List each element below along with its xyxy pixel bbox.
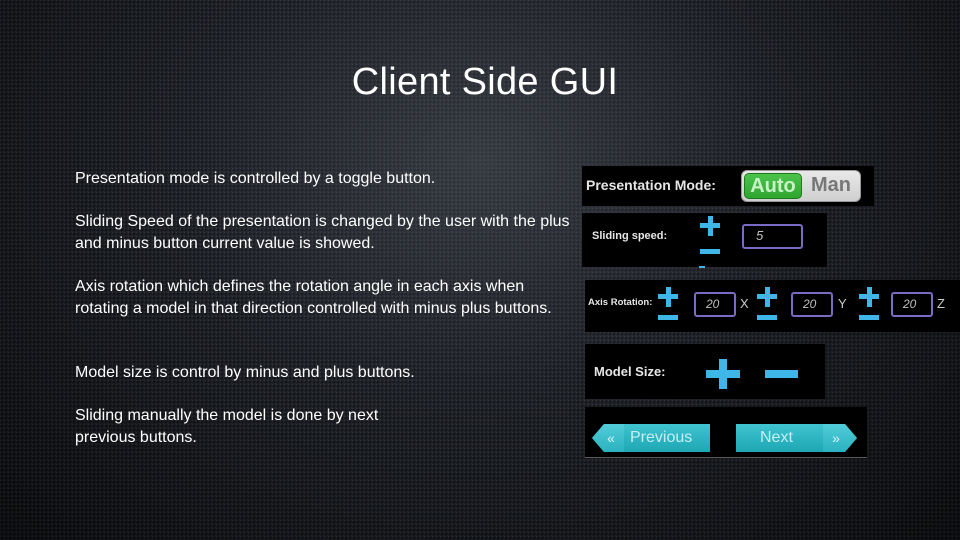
size-minus-icon[interactable] [765, 370, 798, 378]
toggle-option-auto[interactable]: Auto [744, 173, 802, 199]
axis-z-minus-icon[interactable] [859, 315, 879, 321]
speed-minus-icon[interactable] [700, 249, 720, 255]
model-size-panel: Model Size: [585, 344, 825, 399]
next-button-label: Next [760, 429, 793, 446]
previous-button-label: Previous [630, 429, 693, 446]
nav-divider [585, 457, 867, 458]
double-chevron-right-icon: » [823, 424, 857, 452]
speed-indicator-dot [699, 266, 705, 268]
axis-rotation-label: Axis Rotation: [588, 297, 653, 308]
sliding-speed-panel: Sliding speed: 5 [582, 213, 827, 267]
axis-z-plus-icon[interactable] [859, 287, 879, 307]
presentation-mode-panel: Presentation Mode: Auto Man [582, 166, 874, 206]
axis-y-label: Y [838, 296, 847, 311]
axis-rotation-description: Axis rotation which defines the rotation… [75, 278, 552, 317]
slide-title: Client Side GUI [351, 61, 619, 104]
axis-z-label: Z [937, 296, 945, 311]
axis-z-value-field[interactable]: 20 [891, 292, 933, 317]
model-size-description: Model size is control by minus and plus … [75, 364, 415, 381]
presentation-mode-description: Presentation mode is controlled by a tog… [75, 170, 436, 187]
axis-x-plus-icon[interactable] [658, 287, 678, 307]
presentation-mode-label: Presentation Mode: [586, 177, 716, 193]
presentation-mode-toggle[interactable]: Auto Man [741, 170, 861, 202]
next-button[interactable]: Next » [736, 424, 857, 452]
speed-plus-icon[interactable] [700, 216, 720, 236]
model-size-label: Model Size: [594, 364, 666, 379]
sliding-speed-label: Sliding speed: [592, 230, 668, 242]
navigation-panel: « Previous Next » [585, 407, 867, 458]
axis-y-minus-icon[interactable] [757, 315, 777, 321]
axis-rotation-panel: Axis Rotation: 20 X 20 Y 20 Z [585, 280, 960, 332]
sliding-speed-description: Sliding Speed of the presentation is cha… [75, 213, 570, 252]
toggle-option-man[interactable]: Man [804, 173, 858, 199]
size-plus-icon[interactable] [706, 359, 740, 389]
speed-value-field[interactable]: 5 [742, 224, 803, 249]
double-chevron-left-icon: « [592, 424, 624, 452]
axis-x-label: X [740, 296, 749, 311]
axis-y-plus-icon[interactable] [757, 287, 777, 307]
manual-sliding-description: Sliding manually the model is done by ne… [75, 407, 379, 446]
axis-x-value-field[interactable]: 20 [694, 292, 736, 317]
axis-y-value-field[interactable]: 20 [791, 292, 833, 317]
axis-x-minus-icon[interactable] [658, 315, 678, 321]
previous-button[interactable]: « Previous [592, 424, 710, 452]
